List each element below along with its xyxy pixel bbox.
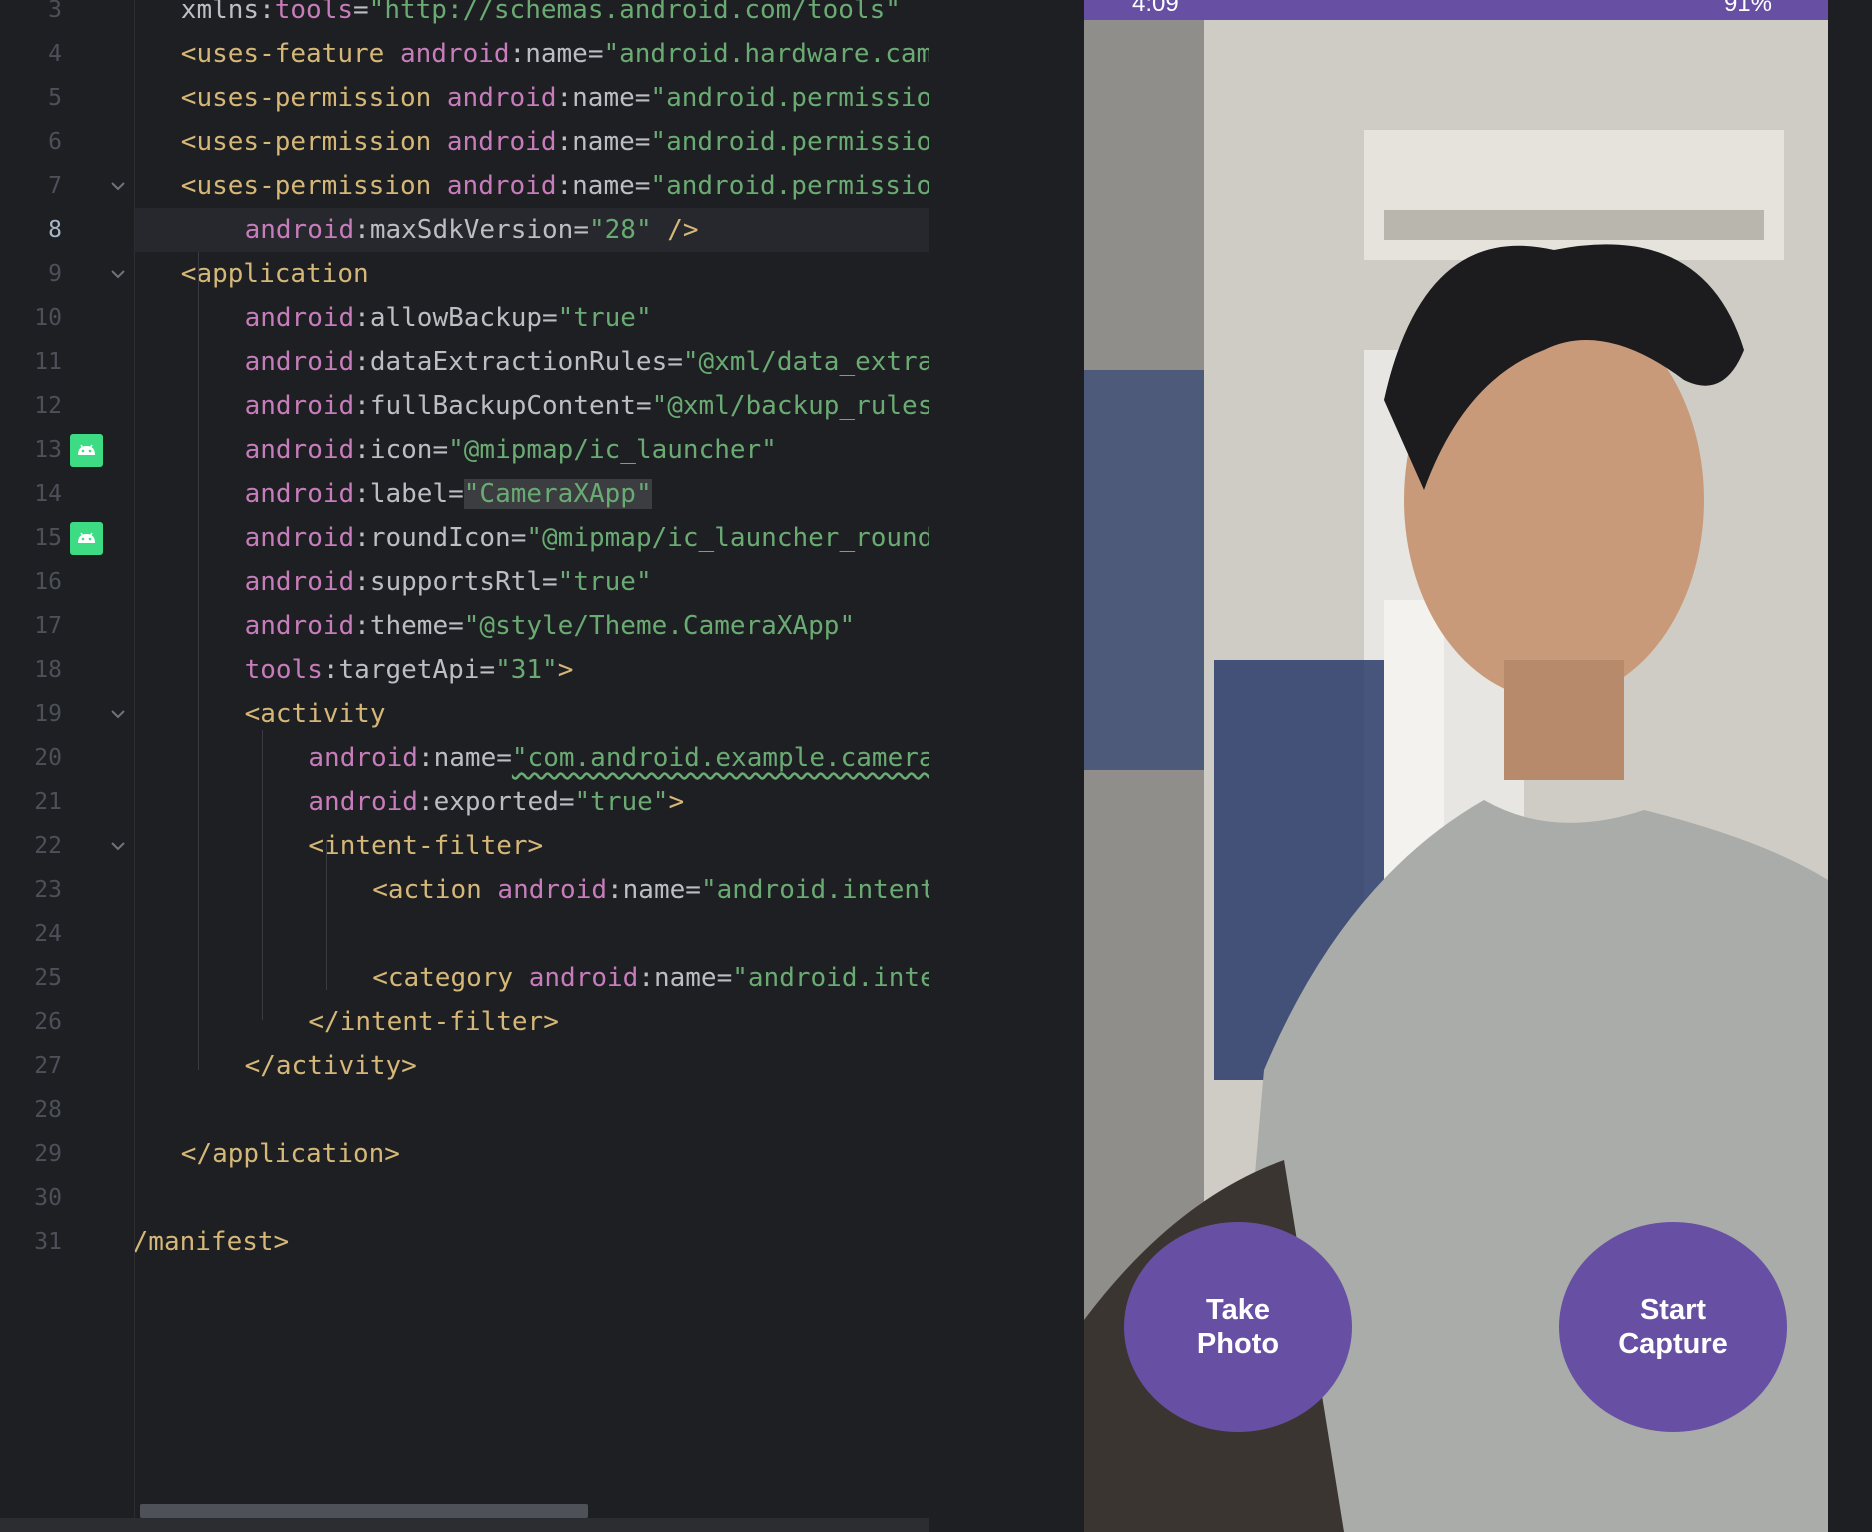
line-number: 4 xyxy=(48,41,62,67)
code-line[interactable]: android:supportsRtl="true" xyxy=(245,560,652,604)
line-number: 11 xyxy=(34,349,62,375)
code-line[interactable]: <category android:name="android.intent.c… xyxy=(372,956,929,1000)
code-editor[interactable]: 3 4 5 6 7 8 9 10 11 12 13 14 15 16 17 18 19 20 21 22 23 24 25 2… xyxy=(0,0,929,1532)
code-line[interactable]: android:name="com.android.example.camera… xyxy=(308,736,929,780)
code-line[interactable]: tools:targetApi="31"> xyxy=(245,648,574,692)
divider-pane xyxy=(929,0,1084,1532)
line-number: 6 xyxy=(48,129,62,155)
line-number: 15 xyxy=(34,525,62,551)
code-line[interactable]: <uses-permission android:name="android.p… xyxy=(181,164,929,208)
code-line[interactable]: <uses-permission android:name="android.p… xyxy=(181,120,929,164)
code-area[interactable]: xmlns:tools="http://schemas.android.com/… xyxy=(135,0,929,1532)
code-line[interactable]: xmlns:tools="http://schemas.android.com/… xyxy=(181,0,901,32)
take-photo-button[interactable]: Take Photo xyxy=(1124,1222,1352,1432)
code-line[interactable]: android:fullBackupContent="@xml/backup_r… xyxy=(245,384,929,428)
start-capture-button[interactable]: Start Capture xyxy=(1559,1222,1787,1432)
code-line[interactable]: android:maxSdkVersion="28" /> xyxy=(245,208,699,252)
line-number-gutter: 3 4 5 6 7 8 9 10 11 12 13 14 15 16 17 18 19 20 21 22 23 24 25 2… xyxy=(0,0,135,1532)
line-number: 31 xyxy=(34,1229,62,1255)
code-line[interactable]: android:allowBackup="true" xyxy=(245,296,652,340)
line-number: 18 xyxy=(34,657,62,683)
line-number: 16 xyxy=(34,569,62,595)
line-number: 23 xyxy=(34,877,62,903)
horizontal-scrollbar-track[interactable] xyxy=(0,1518,929,1532)
status-bar: 4:09 91% xyxy=(1084,0,1828,20)
line-number: 17 xyxy=(34,613,62,639)
indent-guide xyxy=(262,730,263,1020)
fold-chevron-icon[interactable] xyxy=(110,692,126,736)
code-line[interactable]: android:icon="@mipmap/ic_launcher" xyxy=(245,428,777,472)
line-number: 3 xyxy=(48,0,62,23)
line-number: 9 xyxy=(48,261,62,287)
code-line[interactable]: android:roundIcon="@mipmap/ic_launcher_r… xyxy=(245,516,929,560)
code-line[interactable]: <application xyxy=(181,252,369,296)
android-icon[interactable] xyxy=(70,434,103,467)
android-icon[interactable] xyxy=(70,522,103,555)
code-line[interactable]: <activity xyxy=(245,692,386,736)
indent-guide xyxy=(326,840,327,990)
line-number: 7 xyxy=(48,173,62,199)
code-line[interactable]: <uses-permission android:name="android.p… xyxy=(181,76,929,120)
line-number: 25 xyxy=(34,965,62,991)
line-number: 30 xyxy=(34,1185,62,1211)
fold-chevron-icon[interactable] xyxy=(110,824,126,868)
camera-preview[interactable]: Take Photo Start Capture xyxy=(1084,20,1828,1532)
code-line[interactable]: </activity> xyxy=(245,1044,417,1088)
code-line[interactable]: <intent-filter> xyxy=(308,824,543,868)
code-line[interactable]: android:dataExtractionRules="@xml/data_e… xyxy=(245,340,929,384)
line-number: 20 xyxy=(34,745,62,771)
line-number: 24 xyxy=(34,921,62,947)
line-number: 12 xyxy=(34,393,62,419)
emulator-screen[interactable]: 4:09 91% Take Photo Start Capture xyxy=(1084,0,1828,1532)
fold-chevron-icon[interactable] xyxy=(110,164,126,208)
code-line[interactable]: <uses-feature android:name="android.hard… xyxy=(181,32,929,76)
battery-level: 91% xyxy=(1723,0,1772,17)
line-number: 13 xyxy=(34,437,62,463)
horizontal-scrollbar-thumb[interactable] xyxy=(140,1504,588,1518)
right-panel xyxy=(1828,0,1872,1532)
line-number: 14 xyxy=(34,481,62,507)
line-number: 26 xyxy=(34,1009,62,1035)
line-number: 10 xyxy=(34,305,62,331)
line-number: 19 xyxy=(34,701,62,727)
line-number: 8 xyxy=(48,217,62,243)
line-number: 21 xyxy=(34,789,62,815)
code-line[interactable]: android:exported="true"> xyxy=(308,780,684,824)
line-number: 5 xyxy=(48,85,62,111)
line-number: 22 xyxy=(34,833,62,859)
indent-guide xyxy=(198,252,199,1070)
line-number: 29 xyxy=(34,1141,62,1167)
status-time: 4:09 xyxy=(1132,0,1179,17)
code-line[interactable]: </application> xyxy=(181,1132,400,1176)
code-line[interactable]: android:theme="@style/Theme.CameraXApp" xyxy=(245,604,856,648)
line-number: 27 xyxy=(34,1053,62,1079)
fold-chevron-icon[interactable] xyxy=(110,252,126,296)
code-line[interactable]: <action android:name="android.intent.act… xyxy=(372,868,929,912)
code-line[interactable]: </intent-filter> xyxy=(308,1000,558,1044)
code-line[interactable]: android:label="CameraXApp" xyxy=(245,472,652,516)
code-line[interactable]: </manifest> xyxy=(135,1220,289,1264)
line-number: 28 xyxy=(34,1097,62,1123)
